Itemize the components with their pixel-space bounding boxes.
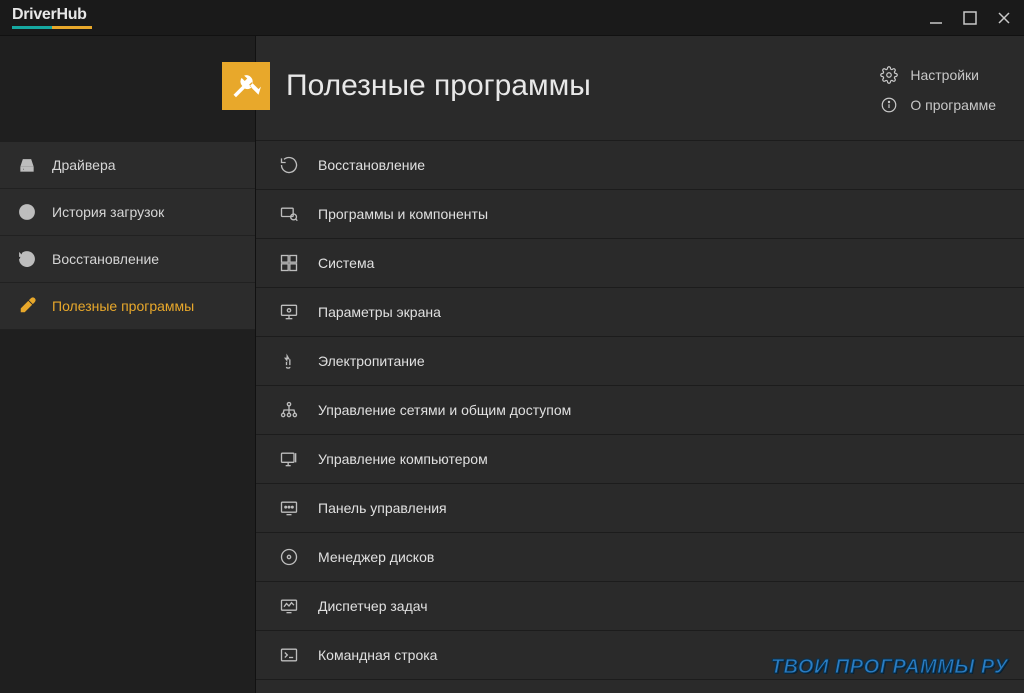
tool-label: Панель управления	[318, 500, 447, 516]
task-manager-icon	[278, 595, 300, 617]
tool-label: Система	[318, 255, 374, 271]
titlebar: DriverHub	[0, 0, 1024, 36]
network-icon	[278, 399, 300, 421]
tools-icon	[16, 295, 38, 317]
windows-icon	[278, 252, 300, 274]
disc-icon	[278, 546, 300, 568]
programs-icon	[278, 203, 300, 225]
tool-item-power[interactable]: Электропитание	[256, 336, 1024, 385]
control-panel-icon	[278, 497, 300, 519]
tool-item-restore[interactable]: Восстановление	[256, 140, 1024, 189]
watermark: ТВОИ ПРОГРАММЫ РУ	[771, 656, 1008, 679]
tool-item-task-manager[interactable]: Диспетчер задач	[256, 581, 1024, 630]
page-title: Полезные программы	[286, 69, 591, 103]
sidebar-item-history[interactable]: История загрузок	[0, 189, 255, 236]
tool-item-system[interactable]: Система	[256, 238, 1024, 287]
window-controls	[928, 10, 1012, 26]
sidebar-item-drivers[interactable]: Драйвера	[0, 142, 255, 189]
settings-label: Настройки	[910, 67, 979, 83]
minimize-button[interactable]	[928, 10, 944, 26]
settings-link[interactable]: Настройки	[880, 66, 996, 84]
app-logo: DriverHub	[12, 6, 92, 29]
restore-icon	[16, 248, 38, 270]
tool-item-computer-mgmt[interactable]: Управление компьютером	[256, 434, 1024, 483]
tool-label: Управление сетями и общим доступом	[318, 402, 571, 418]
app-name: DriverHub	[12, 6, 92, 24]
gear-icon	[880, 66, 898, 84]
maximize-button[interactable]	[962, 10, 978, 26]
terminal-icon	[278, 644, 300, 666]
clock-icon	[16, 201, 38, 223]
sidebar-item-tools[interactable]: Полезные программы	[0, 283, 255, 330]
header-row: Полезные программы Настройки О программе	[256, 36, 1024, 140]
tool-label: Управление компьютером	[318, 451, 488, 467]
sidebar-item-label: История загрузок	[52, 204, 164, 220]
tool-item-display[interactable]: Параметры экрана	[256, 287, 1024, 336]
logo-accent	[12, 26, 92, 29]
sidebar-item-label: Драйвера	[52, 157, 116, 173]
computer-icon	[278, 448, 300, 470]
tool-item-programs[interactable]: Программы и компоненты	[256, 189, 1024, 238]
display-icon	[278, 301, 300, 323]
tool-label: Восстановление	[318, 157, 425, 173]
tool-item-network[interactable]: Управление сетями и общим доступом	[256, 385, 1024, 434]
tools-icon	[222, 62, 270, 110]
tool-item-disk-manager[interactable]: Менеджер дисков	[256, 532, 1024, 581]
tool-label: Менеджер дисков	[318, 549, 434, 565]
tool-label: Параметры экрана	[318, 304, 441, 320]
sidebar-item-label: Полезные программы	[52, 298, 194, 314]
tool-item-control-panel[interactable]: Панель управления	[256, 483, 1024, 532]
tool-label: Программы и компоненты	[318, 206, 488, 222]
sidebar: Драйвера История загрузок Восстановление…	[0, 36, 256, 693]
sidebar-item-restore[interactable]: Восстановление	[0, 236, 255, 283]
sidebar-item-label: Восстановление	[52, 251, 159, 267]
tool-label: Электропитание	[318, 353, 425, 369]
about-label: О программе	[910, 97, 996, 113]
drive-icon	[16, 154, 38, 176]
restore-icon	[278, 154, 300, 176]
tool-list: Восстановление Программы и компоненты Си…	[256, 140, 1024, 693]
power-icon	[278, 350, 300, 372]
tool-label: Командная строка	[318, 647, 437, 663]
main-panel: Полезные программы Настройки О программе	[256, 36, 1024, 693]
about-link[interactable]: О программе	[880, 96, 996, 114]
header-links: Настройки О программе	[880, 66, 996, 114]
info-icon	[880, 96, 898, 114]
tool-label: Диспетчер задач	[318, 598, 428, 614]
page-title-wrap: Полезные программы	[222, 62, 591, 110]
close-button[interactable]	[996, 10, 1012, 26]
